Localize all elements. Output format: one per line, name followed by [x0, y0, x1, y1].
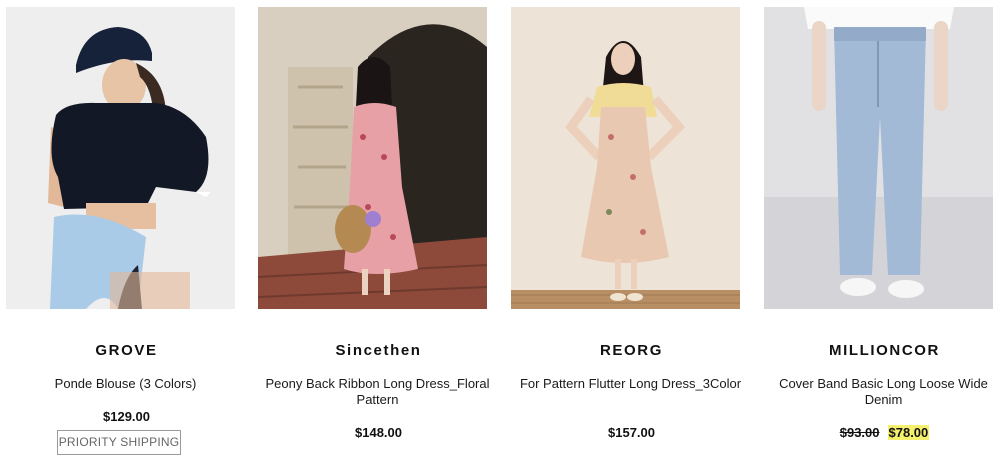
product-card[interactable]: Sincethen Peony Back Ribbon Long Dress_F…: [252, 0, 505, 470]
product-name[interactable]: Peony Back Ribbon Long Dress_Floral Patt…: [262, 376, 493, 408]
product-card[interactable]: MILLIONCOR Cover Band Basic Long Loose W…: [758, 0, 1000, 470]
product-image[interactable]: [511, 7, 740, 309]
product-brand[interactable]: REORG: [505, 342, 758, 359]
product-price: $157.00: [608, 425, 655, 440]
product-image[interactable]: [258, 7, 487, 309]
priority-shipping-badge: PRIORITY SHIPPING: [57, 430, 181, 455]
original-price: $93.00: [839, 425, 880, 440]
product-grid: GROVE Ponde Blouse (3 Colors) $129.00 PR…: [0, 0, 1000, 470]
product-price: $93.00 $78.00: [758, 425, 1000, 440]
product-name[interactable]: For Pattern Flutter Long Dress_3Color: [515, 376, 746, 392]
product-brand[interactable]: MILLIONCOR: [758, 342, 1000, 359]
sale-price: $78.00: [887, 425, 930, 440]
product-image[interactable]: [6, 7, 235, 309]
product-name[interactable]: Cover Band Basic Long Loose Wide Denim: [768, 376, 999, 408]
product-price: $148.00: [355, 425, 402, 440]
product-name[interactable]: Ponde Blouse (3 Colors): [10, 376, 241, 392]
product-card[interactable]: GROVE Ponde Blouse (3 Colors) $129.00 PR…: [0, 0, 253, 470]
product-brand[interactable]: Sincethen: [252, 342, 505, 359]
product-image[interactable]: [764, 7, 993, 309]
product-card[interactable]: REORG For Pattern Flutter Long Dress_3Co…: [505, 0, 758, 470]
product-price: $129.00: [103, 409, 150, 424]
product-brand[interactable]: GROVE: [0, 342, 253, 359]
